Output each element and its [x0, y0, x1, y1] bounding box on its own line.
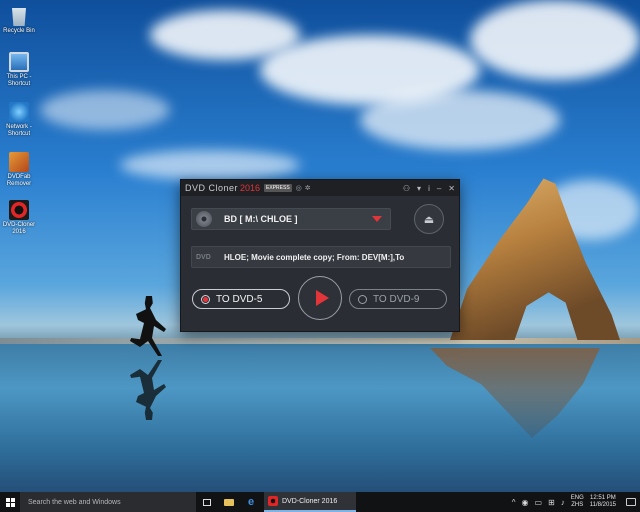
minimize-button[interactable]: –	[437, 184, 441, 193]
system-tray: ^ ◉ ▭ ⊞ ♪ ENG ZHS 12:51 PM 11/8/2015	[512, 495, 640, 509]
radio-unselected-icon	[358, 294, 367, 304]
action-center-icon[interactable]	[626, 498, 636, 506]
lang-secondary: ZHS	[571, 502, 584, 508]
desktop-icon-label: Recycle Bin	[3, 28, 35, 34]
cloud	[360, 90, 560, 150]
edge-browser-button[interactable]: e	[240, 492, 262, 512]
task-view-button[interactable]	[196, 492, 218, 512]
eject-button[interactable]: ⏏	[414, 204, 444, 234]
gear-icon: ✲	[304, 185, 311, 192]
copy-mode-selector[interactable]: DVD HLOE; Movie complete copy; From: DEV…	[191, 246, 451, 268]
app-title: DVD Cloner	[185, 183, 239, 193]
dropdown-caret-icon[interactable]	[372, 216, 382, 222]
app-title-year: 2016	[240, 183, 261, 193]
dvd-cloner-icon	[9, 200, 29, 220]
dvd-cloner-window: DVD Cloner 2016 EXPRESS ◎ ✲ ⚇ ▾ i – ✕ BD…	[180, 179, 460, 332]
title-icons: ◎ ✲	[296, 184, 311, 192]
source-label: BD [ M:\ CHLOE ]	[224, 214, 298, 224]
recycle-bin-icon	[12, 8, 26, 26]
taskbar-app-label: DVD-Cloner 2016	[282, 497, 338, 505]
volume-icon[interactable]: ♪	[561, 498, 565, 507]
to-dvd9-option[interactable]: TO DVD-9	[349, 289, 447, 309]
desktop-icon-label: DVDFab Remover	[6, 174, 32, 187]
radio-selected-icon	[201, 294, 210, 304]
lang-primary: ENG	[570, 495, 584, 501]
network-tray-icon[interactable]: ⊞	[548, 498, 555, 507]
computer-icon	[9, 52, 29, 72]
start-button[interactable]	[0, 492, 20, 512]
close-button[interactable]: ✕	[448, 184, 455, 193]
disc-icon: ◎	[295, 185, 302, 192]
dvdfab-icon	[9, 152, 29, 172]
clock-date: 11/8/2015	[589, 502, 616, 508]
network-button[interactable]: ⚇	[403, 184, 410, 193]
window-controls: ⚇ ▾ i – ✕	[403, 184, 455, 193]
desktop-icon-label: DVD-Cloner 2016	[2, 222, 36, 235]
clock-time: 12:51 PM	[590, 495, 616, 501]
battery-icon[interactable]: ▭	[534, 498, 542, 507]
desktop-icon-recycle-bin[interactable]: Recycle Bin	[0, 6, 38, 35]
task-view-icon	[203, 498, 211, 506]
desktop-icon-dvdfab[interactable]: DVDFab Remover	[0, 152, 38, 188]
title-bar[interactable]: DVD Cloner 2016 EXPRESS ◎ ✲ ⚇ ▾ i – ✕	[181, 180, 459, 196]
desktop-icon-this-pc[interactable]: This PC - Shortcut	[0, 52, 38, 88]
file-explorer-button[interactable]	[218, 492, 240, 512]
dvd-logo-icon: DVD	[196, 253, 211, 261]
input-language[interactable]: ENG ZHS	[571, 495, 584, 509]
to-dvd5-label: TO DVD-5	[216, 293, 263, 305]
taskbar-app-dvd-cloner[interactable]: DVD-Cloner 2016	[264, 492, 356, 512]
dvd-cloner-icon	[268, 496, 278, 506]
tray-app-icon[interactable]: ◉	[521, 498, 528, 507]
start-copy-button[interactable]	[298, 276, 342, 320]
desktop-icon-network[interactable]: Network - Shortcut	[0, 102, 38, 138]
clock[interactable]: 12:51 PM 11/8/2015	[590, 495, 616, 509]
cloud	[120, 150, 300, 180]
to-dvd5-option[interactable]: TO DVD-5	[192, 289, 290, 309]
to-dvd9-label: TO DVD-9	[373, 293, 420, 305]
cloud	[470, 0, 640, 80]
desktop-icon-dvd-cloner[interactable]: DVD-Cloner 2016	[0, 200, 38, 236]
eject-icon: ⏏	[423, 213, 435, 226]
copy-mode-text: HLOE; Movie complete copy; From: DEV[M:]…	[224, 252, 405, 262]
folder-icon	[224, 498, 234, 506]
edge-icon: e	[247, 496, 255, 508]
desktop-icon-label: Network - Shortcut	[6, 124, 32, 137]
info-button[interactable]: i	[428, 184, 430, 193]
source-selector[interactable]: BD [ M:\ CHLOE ]	[191, 208, 391, 230]
cloud	[40, 90, 170, 130]
disc-input-icon	[196, 211, 212, 227]
express-badge: EXPRESS	[264, 184, 292, 192]
play-icon	[315, 290, 329, 306]
search-placeholder: Search the web and Windows	[28, 498, 121, 506]
desktop-icon-label: This PC - Shortcut	[6, 74, 32, 87]
taskbar-search[interactable]: Search the web and Windows	[20, 492, 196, 512]
show-hidden-icons[interactable]: ^	[512, 498, 516, 507]
taskbar: Search the web and Windows e DVD-Cloner …	[0, 492, 640, 512]
settings-menu-button[interactable]: ▾	[417, 184, 421, 193]
windows-logo-icon	[5, 497, 15, 507]
network-icon	[9, 102, 29, 122]
